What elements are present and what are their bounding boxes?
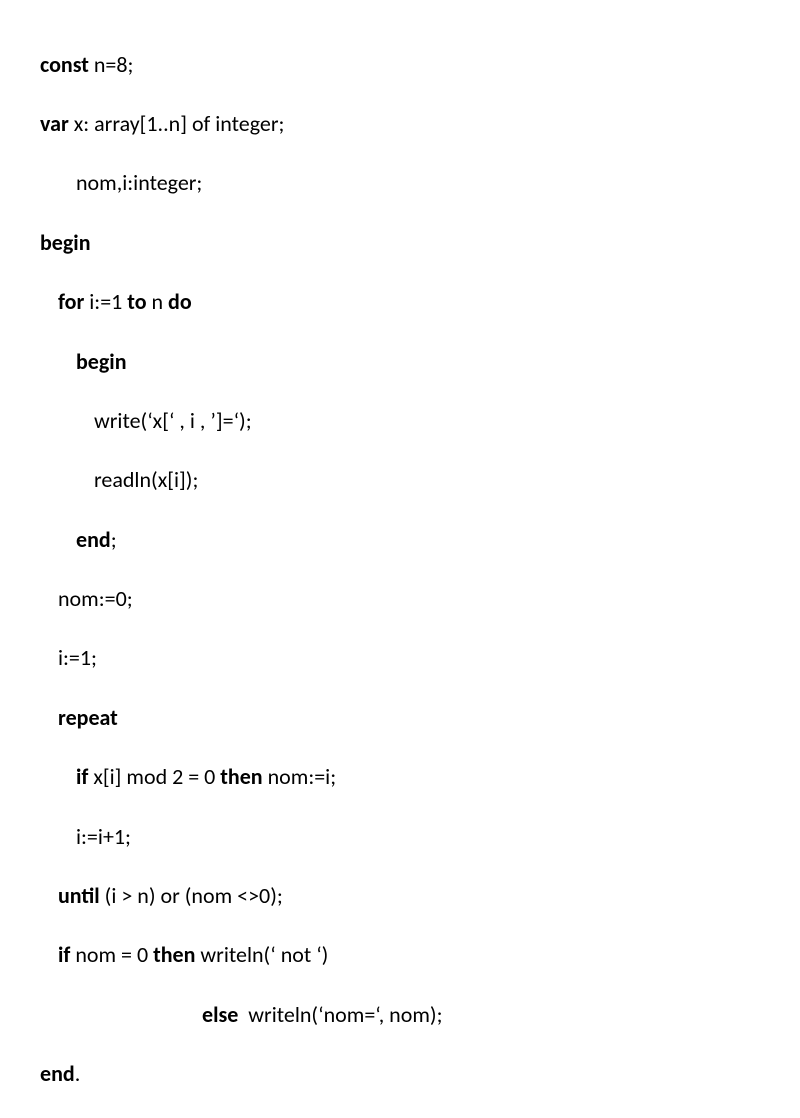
code-text: x[i] mod 2 = 0 (88, 763, 220, 790)
code-line-13: if x[i] mod 2 = 0 then nom:=i; (40, 762, 800, 792)
code-line-5: for i:=1 to n do (40, 287, 800, 317)
code-line-11: i:=1; (40, 643, 800, 673)
keyword-end: end (40, 1060, 75, 1087)
keyword-begin: begin (76, 348, 127, 375)
code-line-16: if nom = 0 then writeln(‘ not ‘) (40, 940, 800, 970)
code-line-10: nom:=0; (40, 584, 800, 614)
code-text: i:=1 (84, 288, 127, 315)
code-text: x: array[1..n] of integer; (69, 110, 285, 137)
code-text: n (147, 288, 169, 315)
code-text: nom,i:integer; (76, 169, 202, 196)
keyword-to: to (127, 288, 146, 315)
code-text: writeln(‘ not ‘) (195, 941, 328, 968)
code-line-12: repeat (40, 703, 800, 733)
code-block: const n=8; var x: array[1..n] of integer… (40, 20, 800, 1118)
keyword-then: then (220, 763, 262, 790)
code-line-15: until (i > n) or (nom <>0); (40, 881, 800, 911)
code-text: (i > n) or (nom <>0); (100, 882, 283, 909)
code-line-14: i:=i+1; (40, 822, 800, 852)
keyword-for: for (58, 288, 84, 315)
code-line-1: const n=8; (40, 50, 800, 80)
keyword-end: end (76, 526, 111, 553)
keyword-repeat: repeat (58, 704, 118, 731)
keyword-else: else (202, 1001, 238, 1028)
code-text: write(‘x[‘ , i , ’]=‘); (94, 407, 252, 434)
keyword-then: then (153, 941, 195, 968)
code-text: nom:=0; (58, 585, 133, 612)
code-text: i:=i+1; (76, 823, 131, 850)
code-text: . (75, 1060, 81, 1087)
code-line-18: end. (40, 1059, 800, 1089)
code-text: ; (111, 526, 117, 553)
code-text: writeln(‘nom=‘, nom); (238, 1001, 442, 1028)
code-line-4: begin (40, 228, 800, 258)
keyword-until: until (58, 882, 100, 909)
code-line-2: var x: array[1..n] of integer; (40, 109, 800, 139)
code-text: nom:=i; (263, 763, 337, 790)
keyword-var: var (40, 110, 69, 137)
code-text: n=8; (89, 51, 134, 78)
keyword-begin: begin (40, 229, 91, 256)
keyword-const: const (40, 51, 89, 78)
code-text: nom = 0 (70, 941, 153, 968)
code-line-3: nom,i:integer; (40, 168, 800, 198)
keyword-do: do (168, 288, 192, 315)
code-line-7: write(‘x[‘ , i , ’]=‘); (40, 406, 800, 436)
code-text: i:=1; (58, 644, 97, 671)
keyword-if: if (76, 763, 88, 790)
code-line-9: end; (40, 525, 800, 555)
code-text: readln(x[i]); (94, 466, 198, 493)
keyword-if: if (58, 941, 70, 968)
code-line-17: else writeln(‘nom=‘, nom); (40, 1000, 800, 1030)
code-line-6: begin (40, 347, 800, 377)
code-line-8: readln(x[i]); (40, 465, 800, 495)
